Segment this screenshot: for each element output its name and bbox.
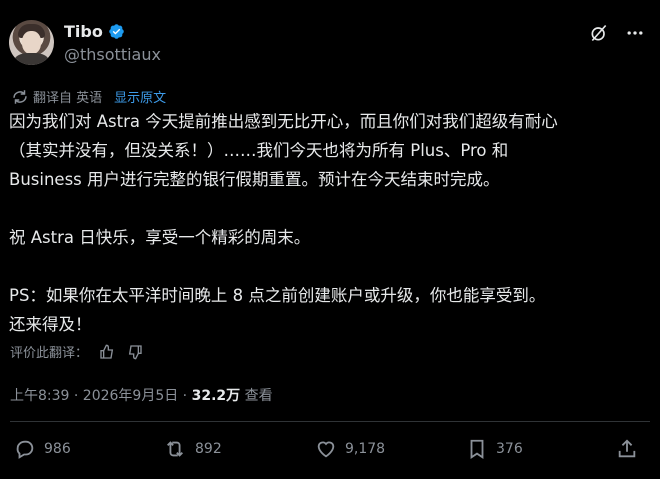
share-icon	[618, 439, 636, 458]
repost-count: 892	[195, 441, 222, 457]
view-count-label: 查看	[240, 388, 273, 404]
bookmark-icon	[470, 439, 484, 459]
tweet-line: PS：如果你在太平洋时间晚上 8 点之前创建账户或升级，你也能享受到。	[9, 286, 546, 305]
translation-label: 翻译自 英语	[33, 91, 103, 106]
tweet-timestamp[interactable]: 上午8:39 · 2026年9月5日 ·	[10, 388, 192, 404]
repost-button[interactable]: 892	[163, 438, 222, 460]
like-count: 9,178	[345, 441, 386, 457]
thumbs-up-icon[interactable]	[98, 343, 116, 361]
bookmark-count: 376	[496, 441, 523, 457]
view-count: 32.2万	[191, 388, 241, 404]
verified-badge-icon	[109, 24, 124, 39]
translate-icon	[13, 89, 27, 104]
divider	[10, 421, 650, 422]
like-icon	[317, 441, 335, 458]
rate-translation: 评价此翻译：	[10, 342, 144, 361]
action-bar: 986 892 9,178 376	[0, 438, 660, 466]
tweet-line: 还来得及！	[9, 315, 92, 334]
translation-notice: 翻译自 英语 显示原文	[11, 87, 166, 106]
reply-icon	[16, 440, 34, 459]
tweet-line: 因为我们对 Astra 今天提前推出感到无比开心，而且你们对我们超级有耐心	[9, 112, 558, 131]
bookmark-button[interactable]: 376	[466, 438, 523, 460]
author-handle[interactable]: @thsottiaux	[64, 45, 161, 64]
author-name[interactable]: Tibo	[64, 22, 125, 41]
reply-count: 986	[44, 441, 71, 457]
more-icon[interactable]	[624, 22, 646, 44]
tweet-line: Business 用户进行完整的银行假期重置。预计在今天结束时完成。	[9, 170, 500, 189]
tweet-line: 祝 Astra 日快乐，享受一个精彩的周末。	[9, 228, 311, 247]
show-original-link[interactable]: 显示原文	[114, 87, 166, 106]
repost-icon	[167, 441, 183, 457]
author-name-label[interactable]: Tibo	[64, 22, 103, 41]
avatar[interactable]	[9, 20, 54, 65]
tweet-meta: 上午8:39 · 2026年9月5日 · 32.2万 查看	[10, 385, 273, 405]
thumbs-down-icon[interactable]	[126, 343, 144, 361]
reply-button[interactable]: 986	[14, 438, 71, 460]
share-button[interactable]	[616, 438, 638, 460]
like-button[interactable]: 9,178	[315, 438, 385, 460]
tweet-line: （其实并没有，但没关系！）……我们今天也将为所有 Plus、Pro 和	[9, 141, 509, 160]
rate-translation-label: 评价此翻译：	[10, 346, 89, 361]
grok-icon[interactable]	[588, 22, 610, 44]
tweet-text: 因为我们对 Astra 今天提前推出感到无比开心，而且你们对我们超级有耐心 （其…	[9, 107, 649, 339]
